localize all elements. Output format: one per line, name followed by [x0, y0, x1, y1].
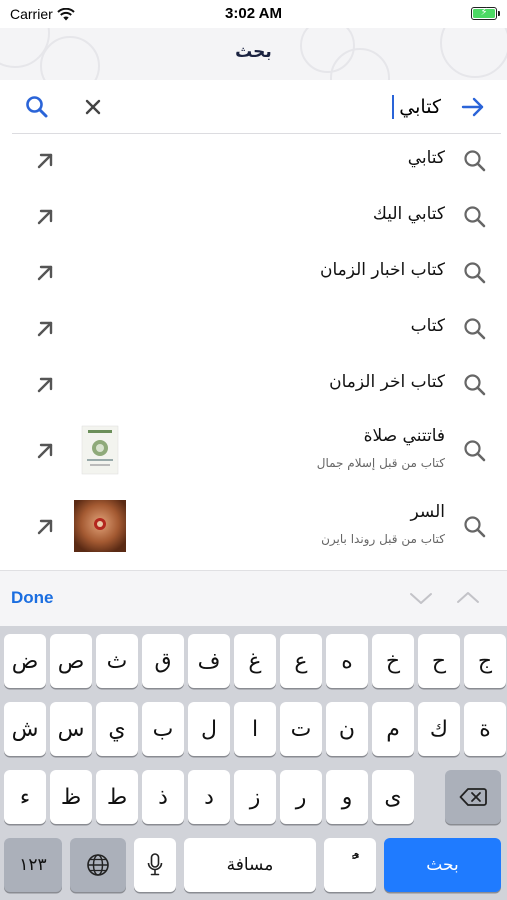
key[interactable]: ي	[96, 702, 138, 756]
fill-query-arrow-icon[interactable]	[34, 206, 56, 228]
key[interactable]: غ	[234, 634, 276, 688]
globe-key[interactable]	[70, 838, 126, 892]
key[interactable]: ى	[372, 770, 414, 824]
delete-backspace-icon	[459, 788, 487, 806]
clock: 3:02 AM	[225, 5, 282, 22]
key[interactable]: س	[50, 702, 92, 756]
search-icon	[464, 150, 486, 172]
key[interactable]: ض	[4, 634, 46, 688]
key[interactable]: ل	[188, 702, 230, 756]
fill-query-arrow-icon[interactable]	[34, 318, 56, 340]
search-go-key[interactable]: بحث	[384, 838, 501, 892]
clear-icon[interactable]	[80, 94, 106, 120]
search-input[interactable]	[141, 92, 441, 122]
key[interactable]: ح	[418, 634, 460, 688]
key[interactable]: ث	[96, 634, 138, 688]
search-icon	[464, 516, 486, 538]
chevron-up-icon[interactable]	[455, 587, 481, 609]
key[interactable]: ع	[280, 634, 322, 688]
space-key[interactable]: مسافة	[184, 838, 316, 892]
key[interactable]: ص	[50, 634, 92, 688]
search-icon[interactable]	[24, 94, 50, 120]
key[interactable]: ز	[234, 770, 276, 824]
key[interactable]: ظ	[50, 770, 92, 824]
search-icon	[464, 206, 486, 228]
microphone-icon	[147, 853, 163, 876]
key[interactable]: و	[326, 770, 368, 824]
suggestion-item[interactable]: كتابي	[0, 134, 507, 190]
search-bar	[12, 80, 501, 134]
suggestion-title: كتابي	[407, 148, 445, 168]
key[interactable]: ت	[280, 702, 322, 756]
suggestion-item-book[interactable]: فاتتني صلاة كتاب من قبل إسلام جمال	[0, 414, 507, 490]
key[interactable]: ا	[234, 702, 276, 756]
suggestion-title: كتاب	[410, 316, 445, 336]
key[interactable]: ك	[418, 702, 460, 756]
key[interactable]: ذ	[142, 770, 184, 824]
search-icon	[464, 318, 486, 340]
suggestion-title: السر	[410, 502, 445, 522]
key[interactable]: ط	[96, 770, 138, 824]
search-icon	[464, 262, 486, 284]
suggestion-title: فاتتني صلاة	[363, 426, 445, 446]
suggestion-subtitle: كتاب من قبل روندا بايرن	[321, 532, 445, 546]
key[interactable]: ء	[4, 770, 46, 824]
suggestion-title: كتابي اليك	[372, 204, 445, 224]
status-bar: Carrier 3:02 AM ⚡	[0, 0, 507, 28]
search-icon	[464, 374, 486, 396]
text-caret	[392, 95, 394, 119]
done-button[interactable]: Done	[11, 588, 54, 608]
key[interactable]: ر	[280, 770, 322, 824]
fill-query-arrow-icon[interactable]	[34, 262, 56, 284]
search-icon	[464, 440, 486, 462]
keyboard-accessory-bar: Done	[0, 570, 507, 626]
suggestion-item-book[interactable]: السر كتاب من قبل روندا بايرن	[0, 490, 507, 566]
key[interactable]: ف	[188, 634, 230, 688]
page-title: بحث	[235, 42, 272, 62]
book-cover-thumbnail	[81, 425, 119, 475]
chevron-down-icon[interactable]	[408, 587, 434, 609]
key[interactable]: م	[372, 702, 414, 756]
suggestion-subtitle: كتاب من قبل إسلام جمال	[316, 456, 445, 470]
suggestion-title: كتاب اخبار الزمان	[319, 260, 445, 280]
microphone-key[interactable]	[134, 838, 176, 892]
fill-query-arrow-icon[interactable]	[34, 440, 56, 462]
delete-key[interactable]	[445, 770, 501, 824]
battery-charging-icon: ⚡	[471, 7, 500, 20]
fill-query-arrow-icon[interactable]	[34, 150, 56, 172]
suggestion-title: كتاب اخر الزمان	[329, 372, 445, 392]
fill-query-arrow-icon[interactable]	[34, 374, 56, 396]
fill-query-arrow-icon[interactable]	[34, 516, 56, 538]
diacritics-key[interactable]: ًٌ	[324, 838, 376, 892]
book-cover-thumbnail	[74, 500, 126, 552]
key[interactable]: ج	[464, 634, 506, 688]
suggestion-item[interactable]: كتاب اخبار الزمان	[0, 246, 507, 302]
key[interactable]: ن	[326, 702, 368, 756]
suggestion-item[interactable]: كتاب اخر الزمان	[0, 358, 507, 414]
navigation-bar: بحث	[0, 28, 507, 80]
arrow-right-icon[interactable]	[459, 94, 487, 120]
key[interactable]: خ	[372, 634, 414, 688]
arabic-keyboard: ض ص ث ق ف غ ع ه خ ح ج ش س ي ب ل ا ت ن م …	[0, 626, 507, 900]
suggestion-list: كتابي كتابي اليك كتاب اخبار الزمان كتاب …	[0, 134, 507, 566]
key[interactable]: ش	[4, 702, 46, 756]
suggestion-item[interactable]: كتابي اليك	[0, 190, 507, 246]
globe-icon	[87, 854, 109, 876]
suggestion-item[interactable]: كتاب	[0, 302, 507, 358]
key[interactable]: د	[188, 770, 230, 824]
key[interactable]: ق	[142, 634, 184, 688]
numbers-key[interactable]: ١٢٣	[4, 838, 62, 892]
key[interactable]: ه	[326, 634, 368, 688]
key[interactable]: ة	[464, 702, 506, 756]
key[interactable]: ب	[142, 702, 184, 756]
